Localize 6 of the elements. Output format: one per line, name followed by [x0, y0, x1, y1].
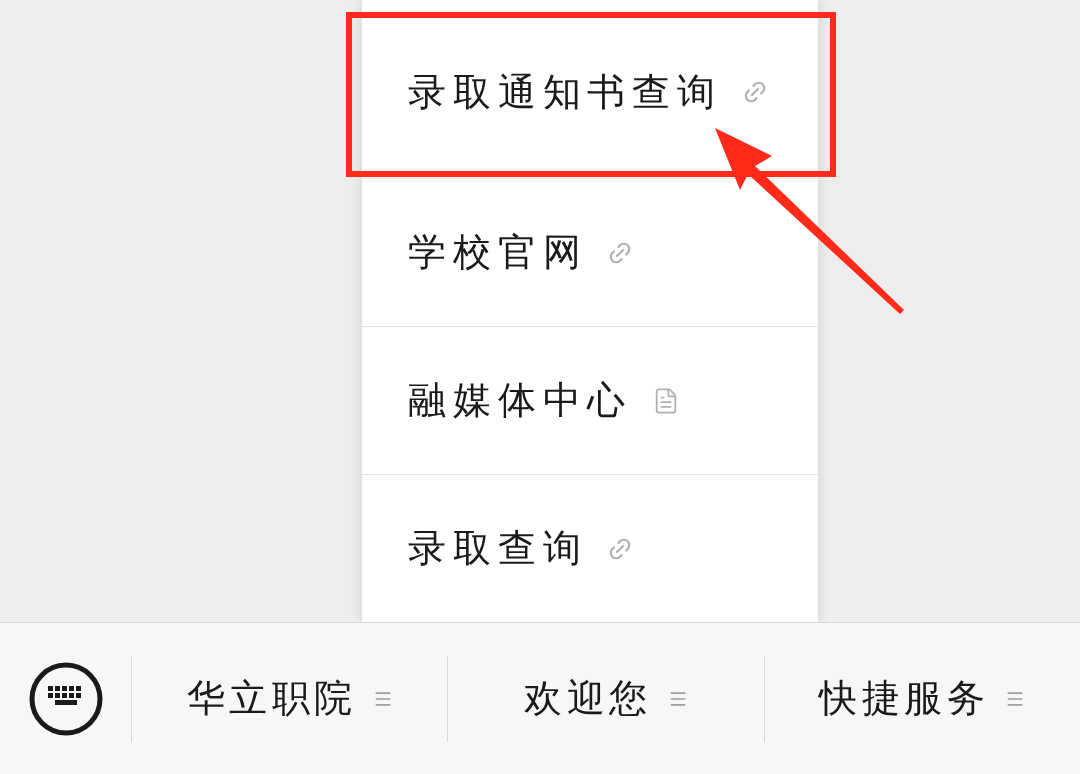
keyboard-icon[interactable]	[28, 661, 103, 736]
menu-item[interactable]: 融媒体中心	[362, 326, 818, 474]
bottom-menu-tab[interactable]: 欢迎您	[447, 655, 764, 742]
bottom-menu-tab[interactable]: 快捷服务	[763, 655, 1080, 742]
bottom-menu-tab[interactable]: 华立职院	[131, 655, 448, 742]
menu-item[interactable]: 录取通知书查询	[362, 0, 818, 178]
